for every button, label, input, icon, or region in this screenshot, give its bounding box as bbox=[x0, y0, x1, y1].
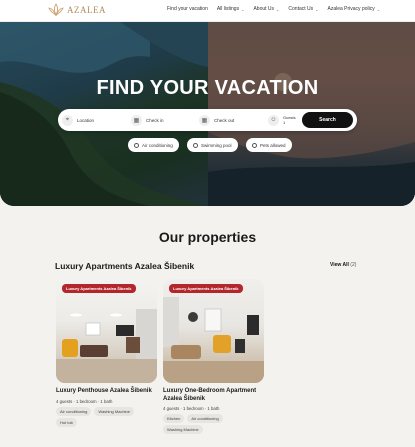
filter-air-conditioning[interactable]: Air conditioning bbox=[128, 138, 179, 152]
location-label: Location bbox=[77, 117, 95, 123]
guests-value: 1 bbox=[283, 120, 286, 125]
radio-icon bbox=[134, 142, 139, 148]
amenity-tag: Washing Machine bbox=[94, 406, 135, 416]
chevron-down-icon: ⌄ bbox=[241, 6, 245, 12]
property-image[interactable]: Luxury Apartments Azalea Šibenik bbox=[56, 279, 157, 383]
main-menu: Find your vacation All listings ⌄ About … bbox=[167, 6, 380, 12]
guests-field[interactable]: ☺ Guests 1 bbox=[268, 112, 300, 128]
amenity-tag: Hot tub bbox=[56, 417, 77, 427]
menu-item-find-vacation[interactable]: Find your vacation bbox=[167, 6, 208, 12]
city-title: Luxury Apartments Azalea Šibenik bbox=[55, 261, 195, 271]
location-pin-icon: ⌖ bbox=[62, 114, 73, 126]
lotus-logo-icon bbox=[48, 3, 64, 17]
view-all-label: View All bbox=[330, 262, 349, 268]
filter-label: Swimming pool bbox=[201, 142, 232, 148]
filter-label: Air conditioning bbox=[142, 142, 173, 148]
chevron-down-icon: ⌄ bbox=[276, 6, 280, 12]
check-out-field[interactable]: ▦ Check out bbox=[199, 112, 265, 128]
menu-item-contact-us[interactable]: Contact Us ⌄ bbox=[288, 6, 318, 12]
amenity-tag: Washing Machine bbox=[163, 425, 203, 434]
amenity-tag: Air conditioning bbox=[56, 406, 92, 416]
menu-item-about-us[interactable]: About Us ⌄ bbox=[253, 6, 279, 12]
menu-item-privacy-policy[interactable]: Azalea Privacy policy ⌄ bbox=[327, 6, 380, 12]
check-in-field[interactable]: ▦ Check in bbox=[131, 112, 197, 128]
calendar-icon: ▦ bbox=[131, 114, 142, 126]
living-room-illustration bbox=[56, 309, 157, 383]
property-card[interactable]: Luxury Apartments Azalea Šibenik Luxury … bbox=[163, 279, 264, 434]
logo-text: AZALEA bbox=[67, 5, 106, 15]
menu-item-label: All listings bbox=[216, 6, 240, 12]
menu-item-label: About Us bbox=[253, 6, 275, 12]
property-name[interactable]: Luxury One-Bedroom Apartment Azalea Šibe… bbox=[163, 388, 264, 403]
check-out-label: Check out bbox=[214, 117, 235, 123]
property-badge: Luxury Apartments Azalea Šibenik bbox=[169, 284, 243, 293]
top-navbar: AZALEA Find your vacation All listings ⌄… bbox=[0, 0, 415, 22]
check-in-label: Check in bbox=[146, 117, 164, 123]
calendar-icon: ▦ bbox=[199, 114, 210, 126]
amenity-tag: Kitchen bbox=[163, 414, 185, 423]
filter-swimming-pool[interactable]: Swimming pool bbox=[187, 138, 238, 152]
chevron-down-icon: ⌄ bbox=[376, 6, 381, 12]
filter-label: Pets allowed bbox=[260, 142, 286, 148]
property-card[interactable]: Luxury Apartments Azalea Šibenik Luxury … bbox=[56, 279, 157, 427]
property-image[interactable]: Luxury Apartments Azalea Šibenik bbox=[163, 279, 264, 383]
menu-item-label: Find your vacation bbox=[167, 6, 208, 12]
amenity-tags: Air conditioning Washing Machine Hot tub bbox=[56, 406, 157, 427]
filter-pets-allowed[interactable]: Pets allowed bbox=[246, 138, 292, 152]
view-all-count: (2) bbox=[350, 262, 357, 268]
property-name[interactable]: Luxury Penthouse Azalea Šibenik bbox=[56, 388, 157, 396]
guests-label: Guests 1 bbox=[283, 115, 296, 125]
radio-icon bbox=[252, 142, 257, 148]
menu-item-label: Contact Us bbox=[288, 6, 314, 12]
location-field[interactable]: ⌖ Location bbox=[62, 112, 128, 128]
amenity-tag: Air conditioning bbox=[187, 414, 223, 423]
menu-item-all-listings[interactable]: All listings ⌄ bbox=[217, 6, 245, 12]
site-logo[interactable]: AZALEA bbox=[48, 3, 106, 17]
amenity-tags: Kitchen Air conditioning Washing Machine bbox=[163, 414, 264, 434]
view-all-link[interactable]: View All (2) bbox=[330, 262, 356, 268]
apartment-room-illustration bbox=[163, 297, 264, 383]
property-meta: 4 guests · 1 bedroom · 1 bath bbox=[163, 406, 220, 411]
section-title: Our properties bbox=[158, 229, 257, 245]
chevron-down-icon: ⌄ bbox=[315, 6, 319, 12]
search-bar: ⌖ Location ▦ Check in ▦ Check out ☺ Gues… bbox=[58, 109, 357, 131]
radio-icon bbox=[193, 142, 198, 148]
property-badge: Luxury Apartments Azalea Šibenik bbox=[62, 284, 136, 293]
property-meta: 4 guests · 1 bedroom · 1 bath bbox=[56, 398, 113, 404]
menu-item-label: Azalea Privacy policy bbox=[327, 6, 375, 12]
hero-title: FIND YOUR VACATION bbox=[96, 77, 319, 99]
search-button[interactable]: Search bbox=[302, 112, 353, 128]
guests-icon: ☺ bbox=[268, 114, 279, 126]
